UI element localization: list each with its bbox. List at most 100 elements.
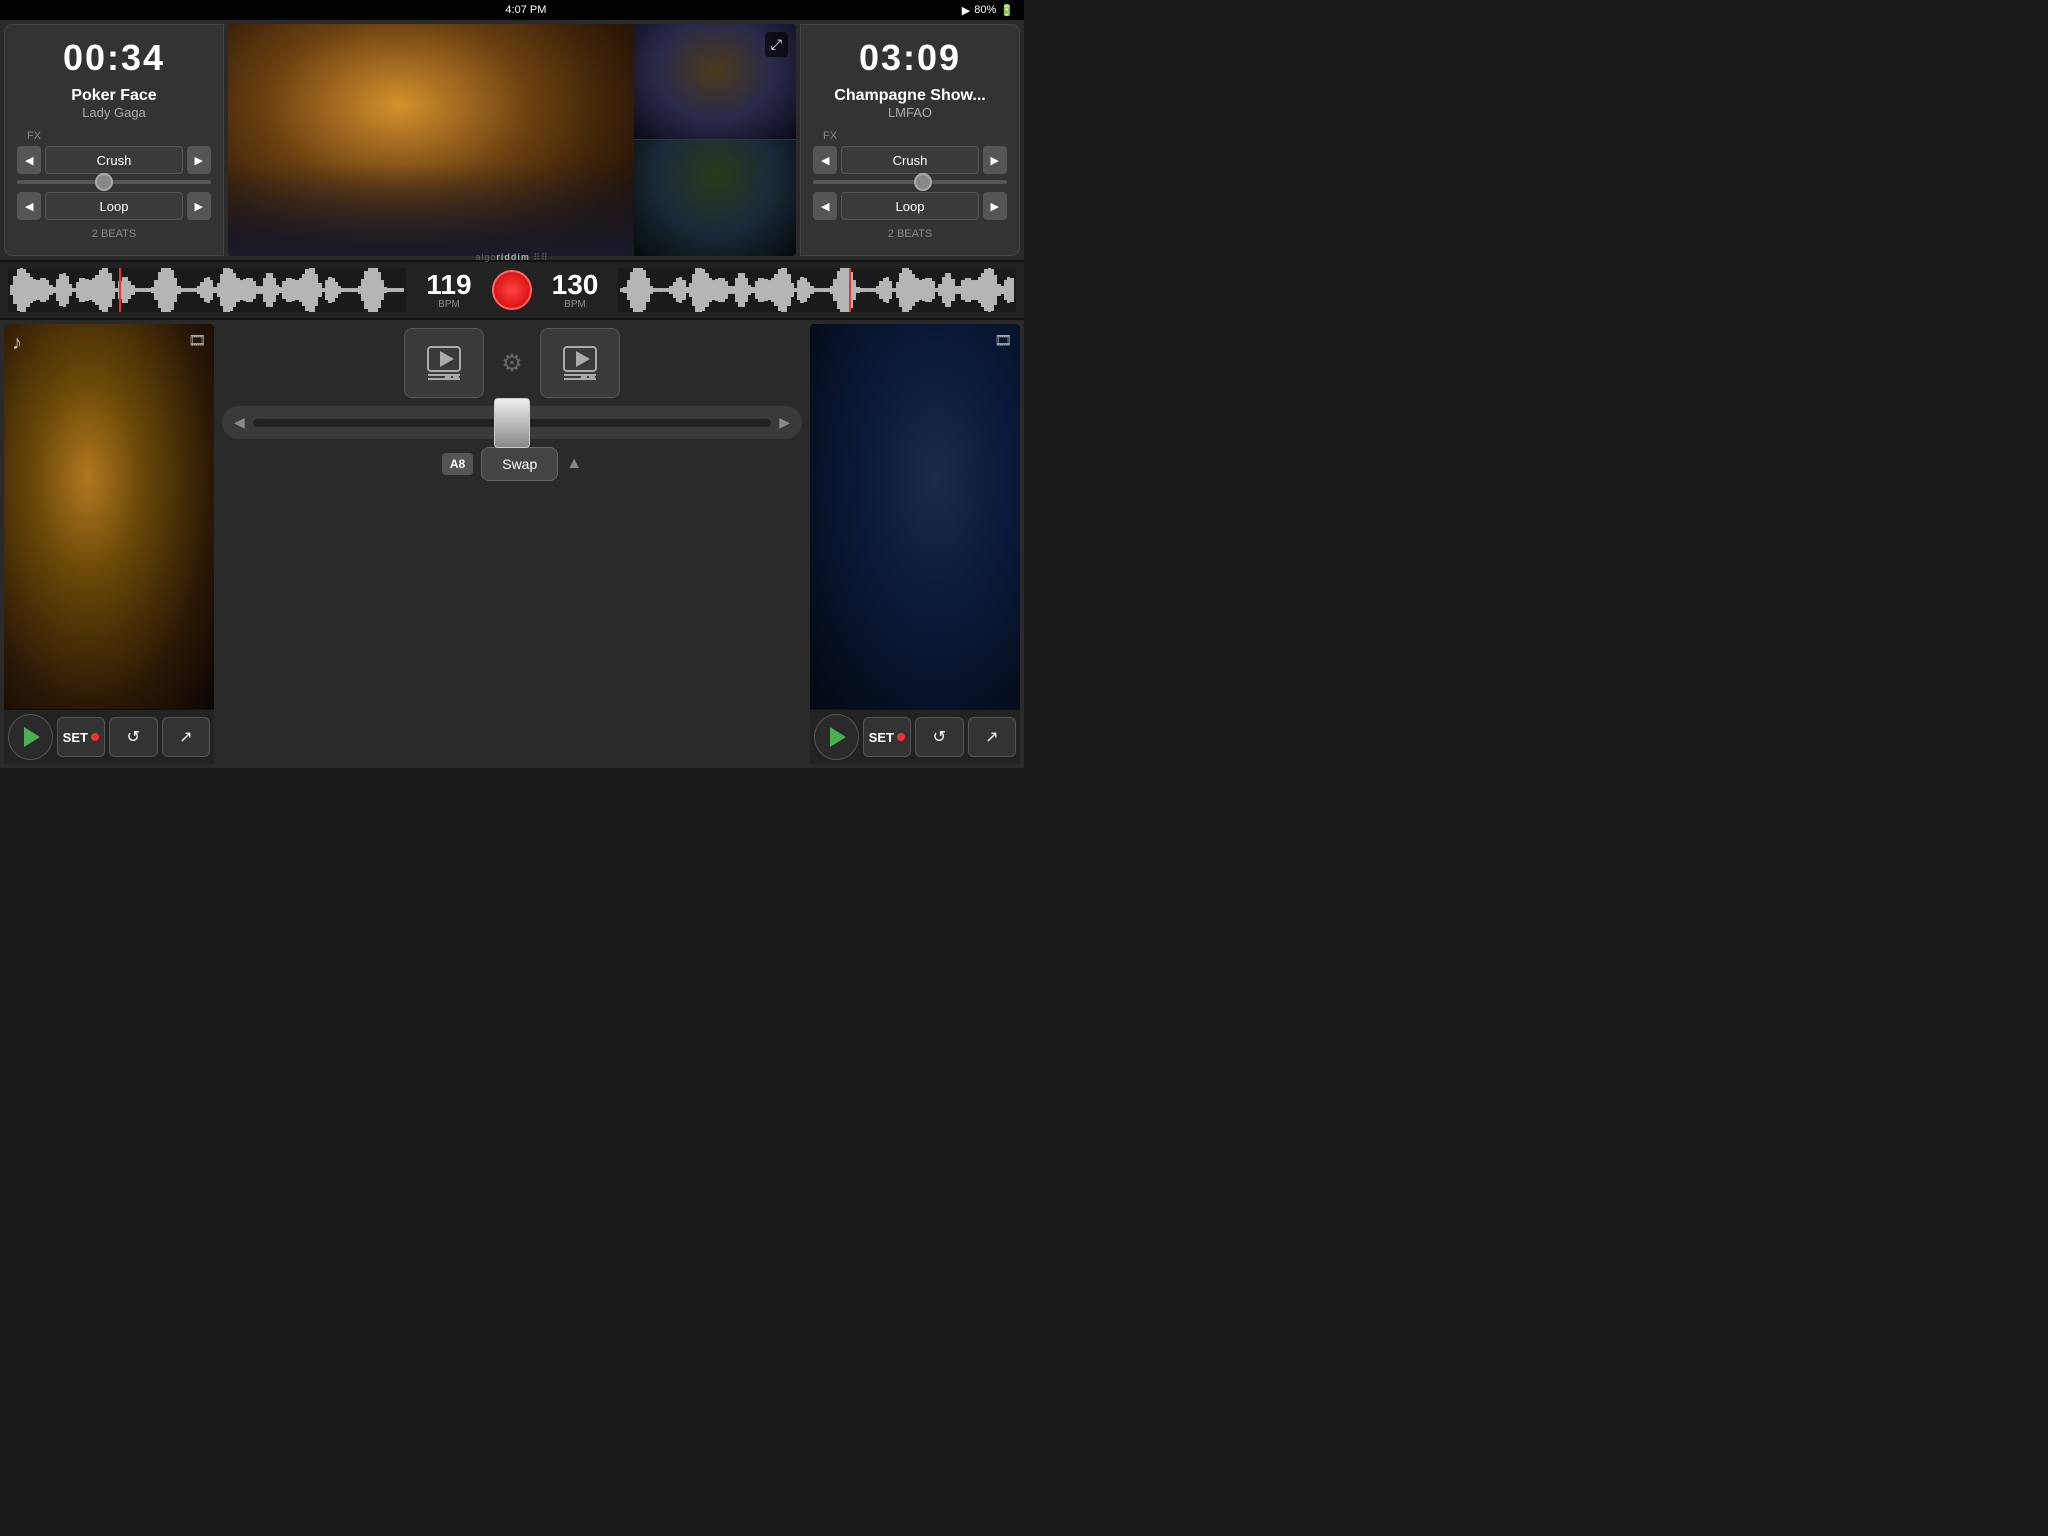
- gear-button[interactable]: ⚙: [492, 343, 532, 383]
- record-button[interactable]: [492, 270, 532, 310]
- ab-badge-text: A8: [450, 457, 465, 471]
- crossfader-container: ◀ ▶: [222, 406, 802, 439]
- left-loop-name[interactable]: Loop: [45, 192, 182, 220]
- right-deck-panel: 03:09 Champagne Show... LMFAO FX ◀ Crush…: [800, 24, 1020, 256]
- media-buttons: ⚙: [222, 328, 802, 398]
- battery-icon: 🔋: [1000, 4, 1014, 17]
- left-bpm-label: BPM: [438, 299, 460, 310]
- left-fx-prev[interactable]: ◀: [17, 146, 41, 174]
- right-loop-next[interactable]: ▶: [983, 192, 1007, 220]
- left-film-icon: 🎞: [188, 332, 206, 349]
- left-transport: SET ↺ ↗: [4, 709, 214, 764]
- left-bpm-number: 119: [426, 271, 471, 299]
- main-container: 00:34 Poker Face Lady Gaga FX ◀ Crush ▶ …: [0, 20, 1024, 768]
- left-thumb-video: ♪ 🎞: [4, 324, 214, 709]
- crossfader-thumb[interactable]: [494, 398, 530, 448]
- right-mix-button[interactable]: ↗: [968, 717, 1016, 757]
- crossfader-track[interactable]: [253, 419, 771, 427]
- left-fx-slider-thumb[interactable]: [95, 173, 113, 191]
- left-play-triangle: [24, 727, 40, 747]
- right-fx-slider-thumb[interactable]: [914, 173, 932, 191]
- right-undo-icon: ↺: [933, 727, 946, 747]
- right-film-icon: 🎞: [994, 332, 1012, 349]
- center-waveform-controls: algoriddim ⠿⠿: [492, 270, 532, 310]
- right-fx-next[interactable]: ▶: [983, 146, 1007, 174]
- right-media-button[interactable]: [540, 328, 620, 398]
- center-controls: ⚙ ◀: [214, 320, 810, 768]
- left-waveform-visual: [8, 268, 406, 312]
- right-bpm-display: 130 BPM: [540, 271, 610, 310]
- right-undo-button[interactable]: ↺: [915, 717, 963, 757]
- right-set-button[interactable]: SET: [863, 717, 911, 757]
- left-set-dot: [91, 733, 99, 741]
- gear-icon: ⚙: [501, 350, 523, 377]
- left-set-button[interactable]: SET: [57, 717, 105, 757]
- left-loop-prev[interactable]: ◀: [17, 192, 41, 220]
- video-right-lmfao: [634, 24, 796, 256]
- left-undo-button[interactable]: ↺: [109, 717, 157, 757]
- swap-up-arrow[interactable]: ▲: [566, 455, 582, 473]
- left-undo-icon: ↺: [127, 727, 140, 747]
- right-beats-label: 2 BEATS: [888, 228, 932, 240]
- video-left-gaga: [228, 24, 634, 256]
- left-media-button[interactable]: [404, 328, 484, 398]
- right-fx-slider[interactable]: [813, 180, 1007, 184]
- left-fx-slider[interactable]: [17, 180, 211, 184]
- left-mix-button[interactable]: ↗: [162, 717, 210, 757]
- crossfader-right-arrow[interactable]: ▶: [779, 414, 790, 431]
- left-fx-row: ◀ Crush ▶: [17, 146, 211, 174]
- left-mix-icon: ↗: [179, 727, 192, 747]
- swap-section: A8 Swap ▲: [222, 447, 802, 481]
- left-deck-panel: 00:34 Poker Face Lady Gaga FX ◀ Crush ▶ …: [4, 24, 224, 256]
- battery-level: 80%: [974, 4, 996, 16]
- right-fx-prev[interactable]: ◀: [813, 146, 837, 174]
- left-set-label: SET: [63, 730, 88, 745]
- left-loop-next[interactable]: ▶: [187, 192, 211, 220]
- right-bpm-number: 130: [552, 271, 599, 299]
- right-play-button[interactable]: [814, 714, 859, 760]
- right-media-icon: [560, 343, 600, 383]
- bottom-section: ♪ 🎞 SET ↺ ↗: [0, 320, 1024, 768]
- video-expand-button[interactable]: ⤢: [765, 32, 788, 57]
- left-waveform-playhead: [119, 268, 121, 312]
- left-beats-label: 2 BEATS: [92, 228, 136, 240]
- crossfader-left-arrow[interactable]: ◀: [234, 414, 245, 431]
- left-fx-slider-container: [17, 180, 211, 184]
- video-right-bottom: [634, 140, 796, 256]
- status-bar: 4:07 PM ▶ 80% 🔋: [0, 0, 1024, 20]
- left-deck-timer: 00:34: [63, 37, 165, 79]
- right-fx-slider-container: [813, 180, 1007, 184]
- left-deck-artist: Lady Gaga: [82, 105, 146, 120]
- left-deck-title: Poker Face: [71, 87, 156, 105]
- right-set-label: SET: [869, 730, 894, 745]
- left-bpm-display: 119 BPM: [414, 271, 484, 310]
- right-play-triangle: [830, 727, 846, 747]
- right-set-dot: [897, 733, 905, 741]
- right-fx-row: ◀ Crush ▶: [813, 146, 1007, 174]
- bottom-right-section: ♪ 🎞 SET ↺ ↗: [810, 324, 1020, 764]
- right-waveform-playhead: [849, 268, 851, 312]
- right-loop-prev[interactable]: ◀: [813, 192, 837, 220]
- ab-badge: A8: [442, 453, 473, 475]
- swap-button[interactable]: Swap: [481, 447, 558, 481]
- gear-section: ⚙: [492, 328, 532, 398]
- left-fx-label: FX: [27, 130, 41, 142]
- right-waveform[interactable]: [618, 268, 1016, 312]
- right-transport: SET ↺ ↗: [810, 709, 1020, 764]
- left-waveform[interactable]: [8, 268, 406, 312]
- right-fx-name[interactable]: Crush: [841, 146, 978, 174]
- left-music-icon: ♪: [12, 332, 22, 355]
- right-fx-label: FX: [823, 130, 837, 142]
- right-waveform-visual: [618, 268, 1016, 312]
- left-play-button[interactable]: [8, 714, 53, 760]
- waveform-section: 119 BPM algoriddim ⠿⠿ 130 BPM: [0, 260, 1024, 320]
- left-loop-row: ◀ Loop ▶: [17, 192, 211, 220]
- left-fx-next[interactable]: ▶: [187, 146, 211, 174]
- right-deck-timer: 03:09: [859, 37, 961, 79]
- left-media-icon: [424, 343, 464, 383]
- right-thumb-video: ♪ 🎞: [810, 324, 1020, 709]
- right-deck-artist: LMFAO: [888, 105, 932, 120]
- right-bpm-label: BPM: [564, 299, 586, 310]
- left-fx-name[interactable]: Crush: [45, 146, 182, 174]
- right-loop-name[interactable]: Loop: [841, 192, 978, 220]
